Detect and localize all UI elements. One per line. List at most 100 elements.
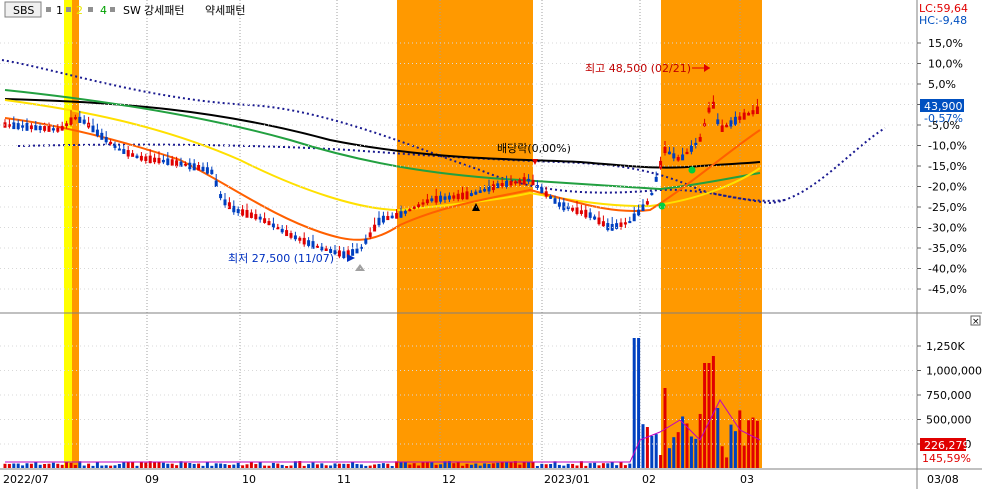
price-tick-label: 15,0% (928, 37, 963, 50)
candle-body (311, 241, 315, 249)
candle-body (443, 196, 447, 200)
candle-body (245, 209, 249, 218)
volume-bar (588, 463, 592, 468)
candle-body (192, 163, 196, 171)
volume-bar (25, 463, 29, 468)
volume-bar (650, 435, 654, 468)
candle-body (430, 198, 434, 202)
volume-bar (82, 465, 86, 468)
candle-body (210, 169, 214, 175)
volume-bar (469, 464, 473, 468)
candle-body (540, 187, 544, 194)
candle-body (733, 116, 737, 125)
candle-body (60, 125, 64, 131)
volume-bar (307, 464, 311, 468)
candle-body (82, 119, 86, 124)
volume-bar (698, 413, 702, 468)
volume-bar (584, 465, 588, 468)
x-tick-label: 03 (740, 473, 754, 486)
marker-1: 1 (56, 4, 63, 17)
volume-bar (183, 462, 187, 468)
candle-body (452, 195, 456, 199)
current-volume-label: 226,279 (924, 439, 970, 452)
candle-body (571, 207, 575, 211)
candle-body (747, 112, 751, 116)
candle-body (95, 129, 99, 136)
volume-bar (166, 463, 170, 468)
candle-body (263, 218, 267, 223)
volume-bar (157, 461, 161, 468)
x-tick-label: 02 (642, 473, 656, 486)
toolbar: SBS 1 2 4 SW 강세패턴 약세패턴 (4, 1, 245, 18)
candle-body (720, 125, 724, 132)
close-icon[interactable]: × (972, 317, 980, 327)
volume-bar (223, 464, 227, 468)
volume-bar (232, 464, 236, 468)
volume-bar (87, 463, 91, 468)
volume-bar (434, 464, 438, 468)
volume-bar (601, 463, 605, 468)
candle-body (73, 117, 77, 120)
candle-body (623, 222, 627, 225)
volume-bar (729, 424, 733, 468)
volume-bar (241, 465, 245, 468)
current-price-pct: -0,57% (924, 112, 963, 125)
candle-body (34, 124, 38, 131)
candle-body (258, 216, 262, 220)
candle-body (43, 126, 47, 131)
candle-body (280, 228, 284, 233)
volume-bar (197, 463, 201, 468)
volume-bar (3, 463, 7, 468)
volume-bar (425, 462, 429, 468)
candle-body (527, 178, 531, 182)
candle-body (645, 201, 649, 205)
volume-bar (131, 461, 135, 468)
volume-bar (245, 464, 249, 468)
candle-body (716, 119, 720, 125)
price-tick-label: -30,0% (928, 222, 967, 235)
symbol-label[interactable]: SBS (13, 4, 34, 17)
candle-body (711, 101, 715, 109)
volume-bar (549, 464, 553, 468)
volume-bar (263, 465, 267, 468)
candle-body (241, 209, 245, 216)
volume-bar (320, 463, 324, 468)
volume-bar (399, 461, 403, 468)
candle-body (615, 223, 619, 229)
x-tick-label: 2023/01 (544, 473, 590, 486)
volume-bar (311, 462, 315, 468)
volume-bar (254, 464, 258, 468)
volume-bar (535, 465, 539, 468)
volume-bar (518, 464, 522, 468)
candle-body (491, 184, 495, 191)
volume-bar (34, 462, 38, 468)
candle-body (337, 250, 341, 257)
volume-bar (175, 465, 179, 468)
volume-bar (113, 465, 117, 468)
volume-bar (615, 465, 619, 468)
volume-bar (201, 465, 205, 468)
price-tick-label: 10,0% (928, 58, 963, 71)
volume-bar (685, 423, 689, 468)
volume-bar (91, 465, 95, 468)
volume-bar (390, 465, 394, 468)
volume-bar (351, 462, 355, 468)
x-tick-label: 10 (242, 473, 256, 486)
volume-bar (632, 338, 636, 468)
current-volume-pct: 145,59% (922, 452, 971, 465)
stock-chart[interactable]: 최고 48,500 (02/21) 최저 27,500 (11/07) 배당락(… (0, 0, 982, 489)
candle-body (69, 117, 73, 125)
volume-bar (408, 464, 412, 468)
volume-bar (100, 465, 104, 468)
volume-bar (219, 463, 223, 468)
volume-bar (267, 465, 271, 468)
volume-bar (236, 462, 240, 468)
volume-bar (619, 462, 623, 468)
volume-bar (742, 445, 746, 468)
candle-body (729, 120, 733, 127)
candle-body (12, 122, 16, 130)
volume-bar (337, 463, 341, 468)
candle-body (298, 237, 302, 241)
candle-body (170, 159, 174, 166)
volume-bar (329, 465, 333, 468)
